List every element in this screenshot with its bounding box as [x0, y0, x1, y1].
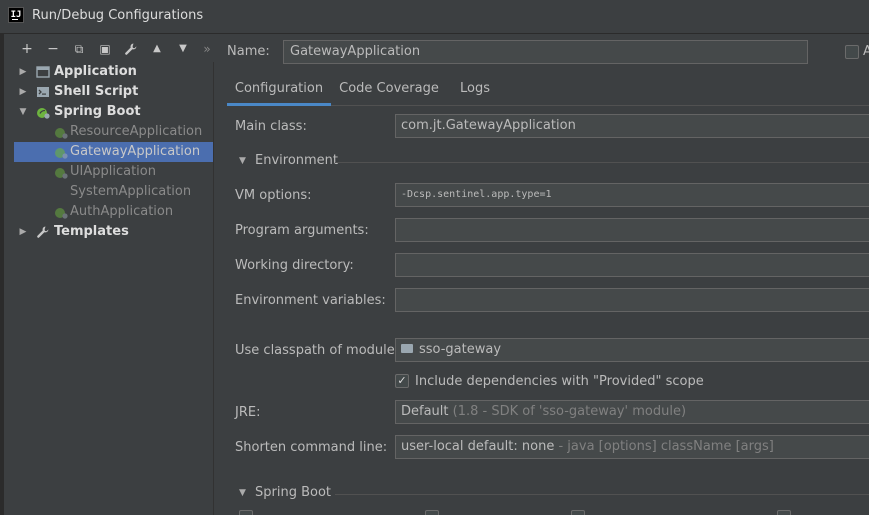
tree-item-shell-script[interactable]: ▶ Shell Script: [14, 82, 213, 102]
classpath-module-value: sso-gateway: [419, 342, 502, 357]
spring-boot-config-icon: [55, 128, 68, 139]
spring-boot-config-icon: [55, 148, 68, 159]
name-field[interactable]: GatewayApplication: [283, 40, 808, 64]
tree-item-label: AuthApplication: [70, 204, 174, 219]
jre-select[interactable]: Default (1.8 - SDK of 'sso-gateway' modu…: [395, 400, 869, 424]
tab-code-coverage[interactable]: Code Coverage: [339, 74, 439, 106]
configuration-panel: Main class: com.jt.GatewayApplication ▼ …: [227, 106, 869, 515]
tab-configuration[interactable]: Configuration: [227, 74, 331, 106]
name-label: Name:: [227, 44, 270, 59]
tree-item-ui-application[interactable]: UIApplication: [14, 162, 213, 182]
module-folder-icon: [401, 344, 413, 353]
jre-hint: (1.8 - SDK of 'sso-gateway' module): [452, 404, 687, 419]
spring-boot-option-checkbox[interactable]: [425, 510, 439, 515]
include-dependencies-checkbox[interactable]: ✓: [395, 374, 409, 388]
tree-item-label: Shell Script: [54, 84, 139, 99]
title-bar: IJ Run/Debug Configurations: [0, 0, 869, 34]
tree-item-resource-application[interactable]: ResourceApplication: [14, 122, 213, 142]
tree-item-spring-boot[interactable]: ▼ Spring Boot: [14, 102, 213, 122]
tree-item-templates[interactable]: ▶ Templates: [14, 222, 213, 242]
left-edge-strip: [0, 34, 4, 515]
intellij-app-icon: IJ: [8, 7, 24, 23]
tree-item-label: Application: [54, 64, 137, 79]
add-config-button[interactable]: +: [16, 38, 38, 60]
collapsed-arrow-icon[interactable]: ▶: [18, 82, 28, 102]
tree-item-auth-application[interactable]: AuthApplication: [14, 202, 213, 222]
shorten-command-line-value: user-local default: none: [401, 439, 555, 454]
collapsed-arrow-icon[interactable]: ▶: [18, 222, 28, 242]
jre-label: JRE:: [235, 405, 261, 420]
application-icon: [36, 66, 50, 78]
window-title: Run/Debug Configurations: [32, 8, 204, 23]
spring-boot-option-checkbox[interactable]: [239, 510, 253, 515]
shorten-command-line-select[interactable]: user-local default: none - java [options…: [395, 435, 869, 459]
collapsed-arrow-icon[interactable]: ▶: [18, 62, 28, 82]
environment-variables-field[interactable]: [395, 288, 869, 312]
wrench-icon: [37, 226, 49, 238]
config-toolbar: + − ⧉ ▣ ▲ ▼ »: [14, 38, 214, 60]
spring-boot-section-title: Spring Boot: [255, 485, 332, 500]
tree-item-label: SystemApplication: [70, 184, 192, 199]
tree-item-gateway-application[interactable]: GatewayApplication: [14, 142, 213, 162]
tree-item-label: ResourceApplication: [70, 124, 203, 139]
include-dependencies-label: Include dependencies with "Provided" sco…: [415, 374, 704, 389]
expanded-arrow-icon[interactable]: ▼: [239, 156, 246, 166]
section-divider: [335, 162, 869, 163]
tree-item-label: Spring Boot: [54, 104, 141, 119]
program-arguments-label: Program arguments:: [235, 223, 369, 238]
spring-boot-config-icon: [55, 208, 68, 219]
spring-boot-option-checkbox[interactable]: [777, 510, 791, 515]
working-directory-field[interactable]: [395, 253, 869, 277]
wrench-icon: [125, 43, 137, 55]
tab-strip: Configuration Code Coverage Logs: [227, 74, 869, 106]
tree-item-label: UIApplication: [70, 164, 156, 179]
move-up-button[interactable]: ▲: [146, 38, 168, 60]
spring-boot-option-checkbox[interactable]: [571, 510, 585, 515]
share-label: A: [863, 44, 869, 59]
vm-options-field[interactable]: -Dcsp.sentinel.app.type=1: [395, 183, 869, 207]
expanded-arrow-icon[interactable]: ▼: [239, 488, 246, 498]
program-arguments-field[interactable]: [395, 218, 869, 242]
section-divider: [335, 494, 869, 495]
remove-config-button[interactable]: −: [42, 38, 64, 60]
edit-defaults-button[interactable]: [120, 38, 142, 60]
vm-options-label: VM options:: [235, 188, 312, 203]
config-editor: Name: GatewayApplication A Configuration…: [215, 34, 869, 515]
tree-item-system-application[interactable]: SystemApplication: [14, 182, 213, 202]
expanded-arrow-icon[interactable]: ▼: [18, 102, 28, 122]
spring-boot-config-icon: [55, 168, 68, 179]
tab-logs[interactable]: Logs: [455, 74, 495, 106]
environment-variables-label: Environment variables:: [235, 293, 386, 308]
shorten-command-line-label: Shorten command line:: [235, 440, 388, 455]
working-directory-label: Working directory:: [235, 258, 354, 273]
classpath-module-label: Use classpath of module:: [235, 343, 400, 358]
tree-item-label: GatewayApplication: [70, 144, 201, 159]
main-class-label: Main class:: [235, 119, 307, 134]
tree-item-application[interactable]: ▶ Application: [14, 62, 213, 82]
environment-section-title: Environment: [255, 153, 339, 168]
share-checkbox[interactable]: [845, 45, 859, 59]
spring-boot-icon: [37, 108, 50, 119]
main-class-field[interactable]: com.jt.GatewayApplication: [395, 114, 869, 138]
save-config-button[interactable]: ▣: [94, 38, 116, 60]
classpath-module-select[interactable]: sso-gateway: [395, 338, 869, 362]
shell-script-icon: [37, 87, 49, 97]
move-down-button[interactable]: ▼: [172, 38, 194, 60]
tree-item-label: Templates: [54, 224, 129, 239]
configuration-tree: ▶ Application ▶ Shell Script ▼ Spring Bo…: [14, 62, 214, 515]
shorten-command-line-hint: - java [options] className [args]: [558, 439, 774, 454]
copy-config-button[interactable]: ⧉: [68, 38, 90, 60]
jre-value: Default: [401, 404, 449, 419]
